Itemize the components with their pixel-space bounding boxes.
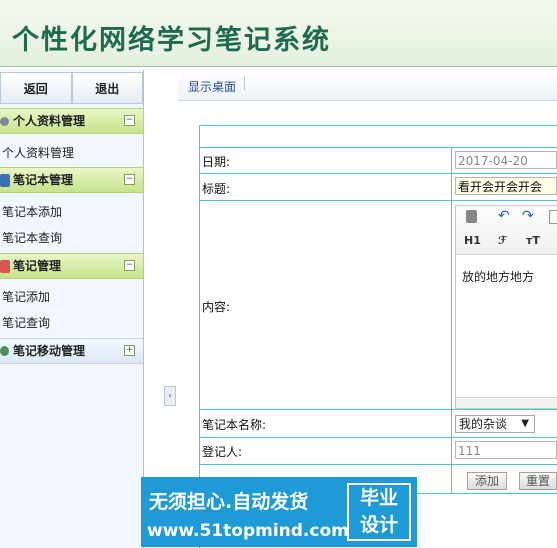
app-header: 个性化网络学习笔记系统 <box>0 0 557 67</box>
divider <box>451 147 452 493</box>
menu-item-note-query[interactable]: 笔记查询 <box>2 314 50 331</box>
menu-item-notebook-add[interactable]: 笔记本添加 <box>2 203 62 220</box>
menu-group-label: 笔记本管理 <box>13 173 74 187</box>
notebook-select[interactable]: 我的杂谈 ▼ <box>455 415 535 433</box>
content-label: 内容: <box>202 300 231 314</box>
menu-group-label: 笔记管理 <box>13 259 62 273</box>
source-code-icon[interactable] <box>466 210 477 223</box>
menu-item-profile[interactable]: 个人资料管理 <box>2 144 74 161</box>
menu-group-notes[interactable]: 笔记管理 − <box>0 253 143 279</box>
calendar-icon <box>0 260 10 273</box>
notebook-icon <box>0 174 10 187</box>
notebook-select-value: 我的杂谈 <box>459 417 508 431</box>
exit-button[interactable]: 退出 <box>71 72 143 104</box>
recorder-label: 登记人: <box>202 445 243 459</box>
date-field[interactable]: 2017-04-20 <box>455 151 557 169</box>
divider <box>199 409 557 410</box>
recorder-field[interactable]: 111 <box>455 441 557 459</box>
watermark-url: www.51topmind.com <box>147 521 349 541</box>
divider <box>199 173 557 174</box>
menu-group-label: 个人资料管理 <box>13 114 86 128</box>
add-button[interactable]: 添加 <box>467 472 507 490</box>
back-button[interactable]: 返回 <box>0 72 72 104</box>
menu-item-note-add[interactable]: 笔记添加 <box>2 288 50 305</box>
watermark-banner: 无须担心.自动发货 www.51topmind.com 毕业 设计 <box>141 477 417 547</box>
user-icon <box>0 346 9 356</box>
user-gear-icon <box>0 117 9 126</box>
watermark-logo-bottom: 设计 <box>359 514 398 536</box>
font-size-dropdown[interactable]: тT <box>526 234 540 247</box>
divider <box>199 147 557 148</box>
menu-item-notebook-query[interactable]: 笔记本查询 <box>2 229 62 246</box>
sidebar-collapse-icon[interactable]: ‹ <box>164 386 176 406</box>
reset-button[interactable]: 重置 <box>519 472 557 490</box>
notebook-label: 笔记本名称: <box>202 418 267 432</box>
divider <box>199 464 557 465</box>
heading-dropdown[interactable]: H1 <box>464 234 481 247</box>
paste-icon[interactable] <box>549 210 557 224</box>
menu-group-notebook[interactable]: 笔记本管理 − <box>0 167 143 193</box>
divider <box>199 200 557 201</box>
chevron-down-icon: ▼ <box>521 418 529 429</box>
divider <box>199 437 557 438</box>
divider <box>199 125 557 126</box>
app-title: 个性化网络学习笔记系统 <box>12 25 331 56</box>
menu-group-note-move[interactable]: 笔记移动管理 + <box>0 338 143 364</box>
menu-group-profile[interactable]: 个人资料管理 − <box>0 108 143 134</box>
editor-statusbar <box>456 397 557 408</box>
redo-icon[interactable]: ↷ <box>522 208 534 224</box>
divider <box>244 76 245 90</box>
date-label: 日期: <box>202 155 231 169</box>
expand-toggle-icon[interactable]: + <box>124 345 135 356</box>
watermark-logo-top: 毕业 <box>359 487 398 509</box>
rich-text-editor[interactable]: ↶ ↷ H1 ℱ тT 放的地方地方 <box>455 205 557 409</box>
title-field[interactable]: 看开会开会开会 <box>455 177 557 195</box>
sidebar-top-buttons: 返回 退出 <box>0 72 143 104</box>
breadcrumb-bar: 显示桌面 <box>178 70 557 101</box>
sidebar: 返回 退出 个人资料管理 − 个人资料管理 笔记本管理 − 笔记本添加 笔记本查… <box>0 70 144 548</box>
collapse-toggle-icon[interactable]: − <box>124 174 135 185</box>
collapse-toggle-icon[interactable]: − <box>124 115 135 126</box>
watermark-logo: 毕业 设计 <box>347 483 411 541</box>
title-label: 标题: <box>202 182 231 196</box>
undo-icon[interactable]: ↶ <box>498 208 510 224</box>
editor-toolbar: ↶ ↷ H1 ℱ тT <box>456 206 557 255</box>
font-family-dropdown[interactable]: ℱ <box>498 234 507 247</box>
watermark-slogan: 无须担心.自动发货 <box>149 491 309 513</box>
menu-group-label: 笔记移动管理 <box>13 344 86 358</box>
collapse-toggle-icon[interactable]: − <box>124 260 135 271</box>
show-desktop-link[interactable]: 显示桌面 <box>188 78 236 95</box>
editor-content[interactable]: 放的地方地方 <box>462 268 534 285</box>
